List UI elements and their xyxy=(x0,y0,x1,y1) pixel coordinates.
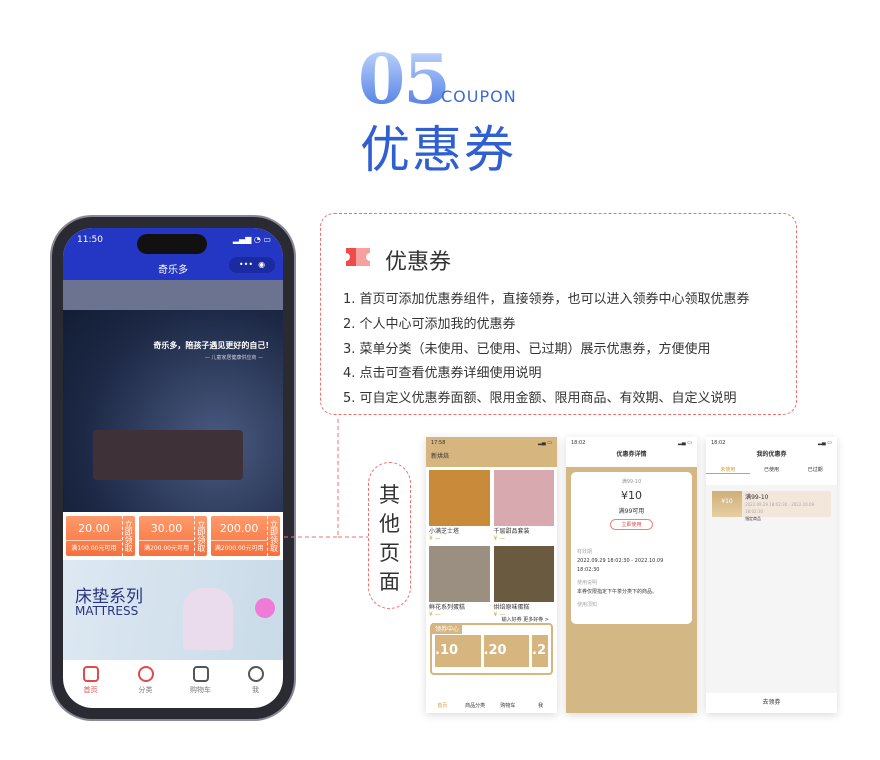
tab-unused[interactable]: 未使用 xyxy=(706,466,750,474)
feature-item: 1. 首页可添加优惠券组件，直接领券，也可以进入领券中心领取优惠券 xyxy=(343,292,750,307)
product-card[interactable]: 烘焙原味蛋糕 ¥ — xyxy=(493,546,554,618)
feature-item: 4. 点击可查看优惠券详细使用说明 xyxy=(343,366,542,381)
feature-title: 优惠券 xyxy=(385,250,452,275)
feature-item: 3. 菜单分类（未使用、已使用、已过期）展示优惠券，方便使用 xyxy=(343,342,711,357)
other-pages-label: 其他页面 xyxy=(368,462,411,609)
home-title: 新烘焙 xyxy=(431,453,450,460)
feature-item: 5. 可自定义优惠券面额、限用金额、限用商品、有效期、自定义说明 xyxy=(343,391,737,406)
coupon-item[interactable]: ¥10 满99-10 2022.09.29 18:02:30 - 2022.10.… xyxy=(712,491,831,521)
feature-item: 2. 个人中心可添加我的优惠券 xyxy=(343,317,516,332)
use-now-button[interactable]: 立即使用 xyxy=(610,519,653,530)
product-card[interactable]: 小满芝士塔 ¥ — xyxy=(429,470,490,542)
screenshot-coupon-detail: 18:02 ▂▄ ▭ 优惠券详情 满99-10 ¥10 满99可用 立即使用 有效… xyxy=(566,437,697,713)
screenshot-home: 17:58 ▂▄ ▭ 新烘焙 小满芝士塔 ¥ — 千层甜品套装 ¥ — 鲜花系列蛋糕 ¥… xyxy=(426,437,557,713)
tab-used[interactable]: 已使用 xyxy=(750,466,794,474)
product-card[interactable]: 鲜花系列蛋糕 ¥ — xyxy=(429,546,490,618)
screenshot-my-coupons: 18:02 ▂▄ ▭ 我的优惠券 未使用 已使用 已过期 ¥10 满99-10 20… xyxy=(706,437,837,713)
coupon-center[interactable]: 领券中心 输入好券 更多好券 > .10 .20 .2 xyxy=(430,617,553,675)
product-card[interactable]: 千层甜品套装 ¥ — xyxy=(493,470,554,542)
get-coupon-button[interactable]: 去领券 xyxy=(706,693,837,713)
coupon-icon xyxy=(346,248,370,266)
tab-expired[interactable]: 已过期 xyxy=(793,466,837,474)
